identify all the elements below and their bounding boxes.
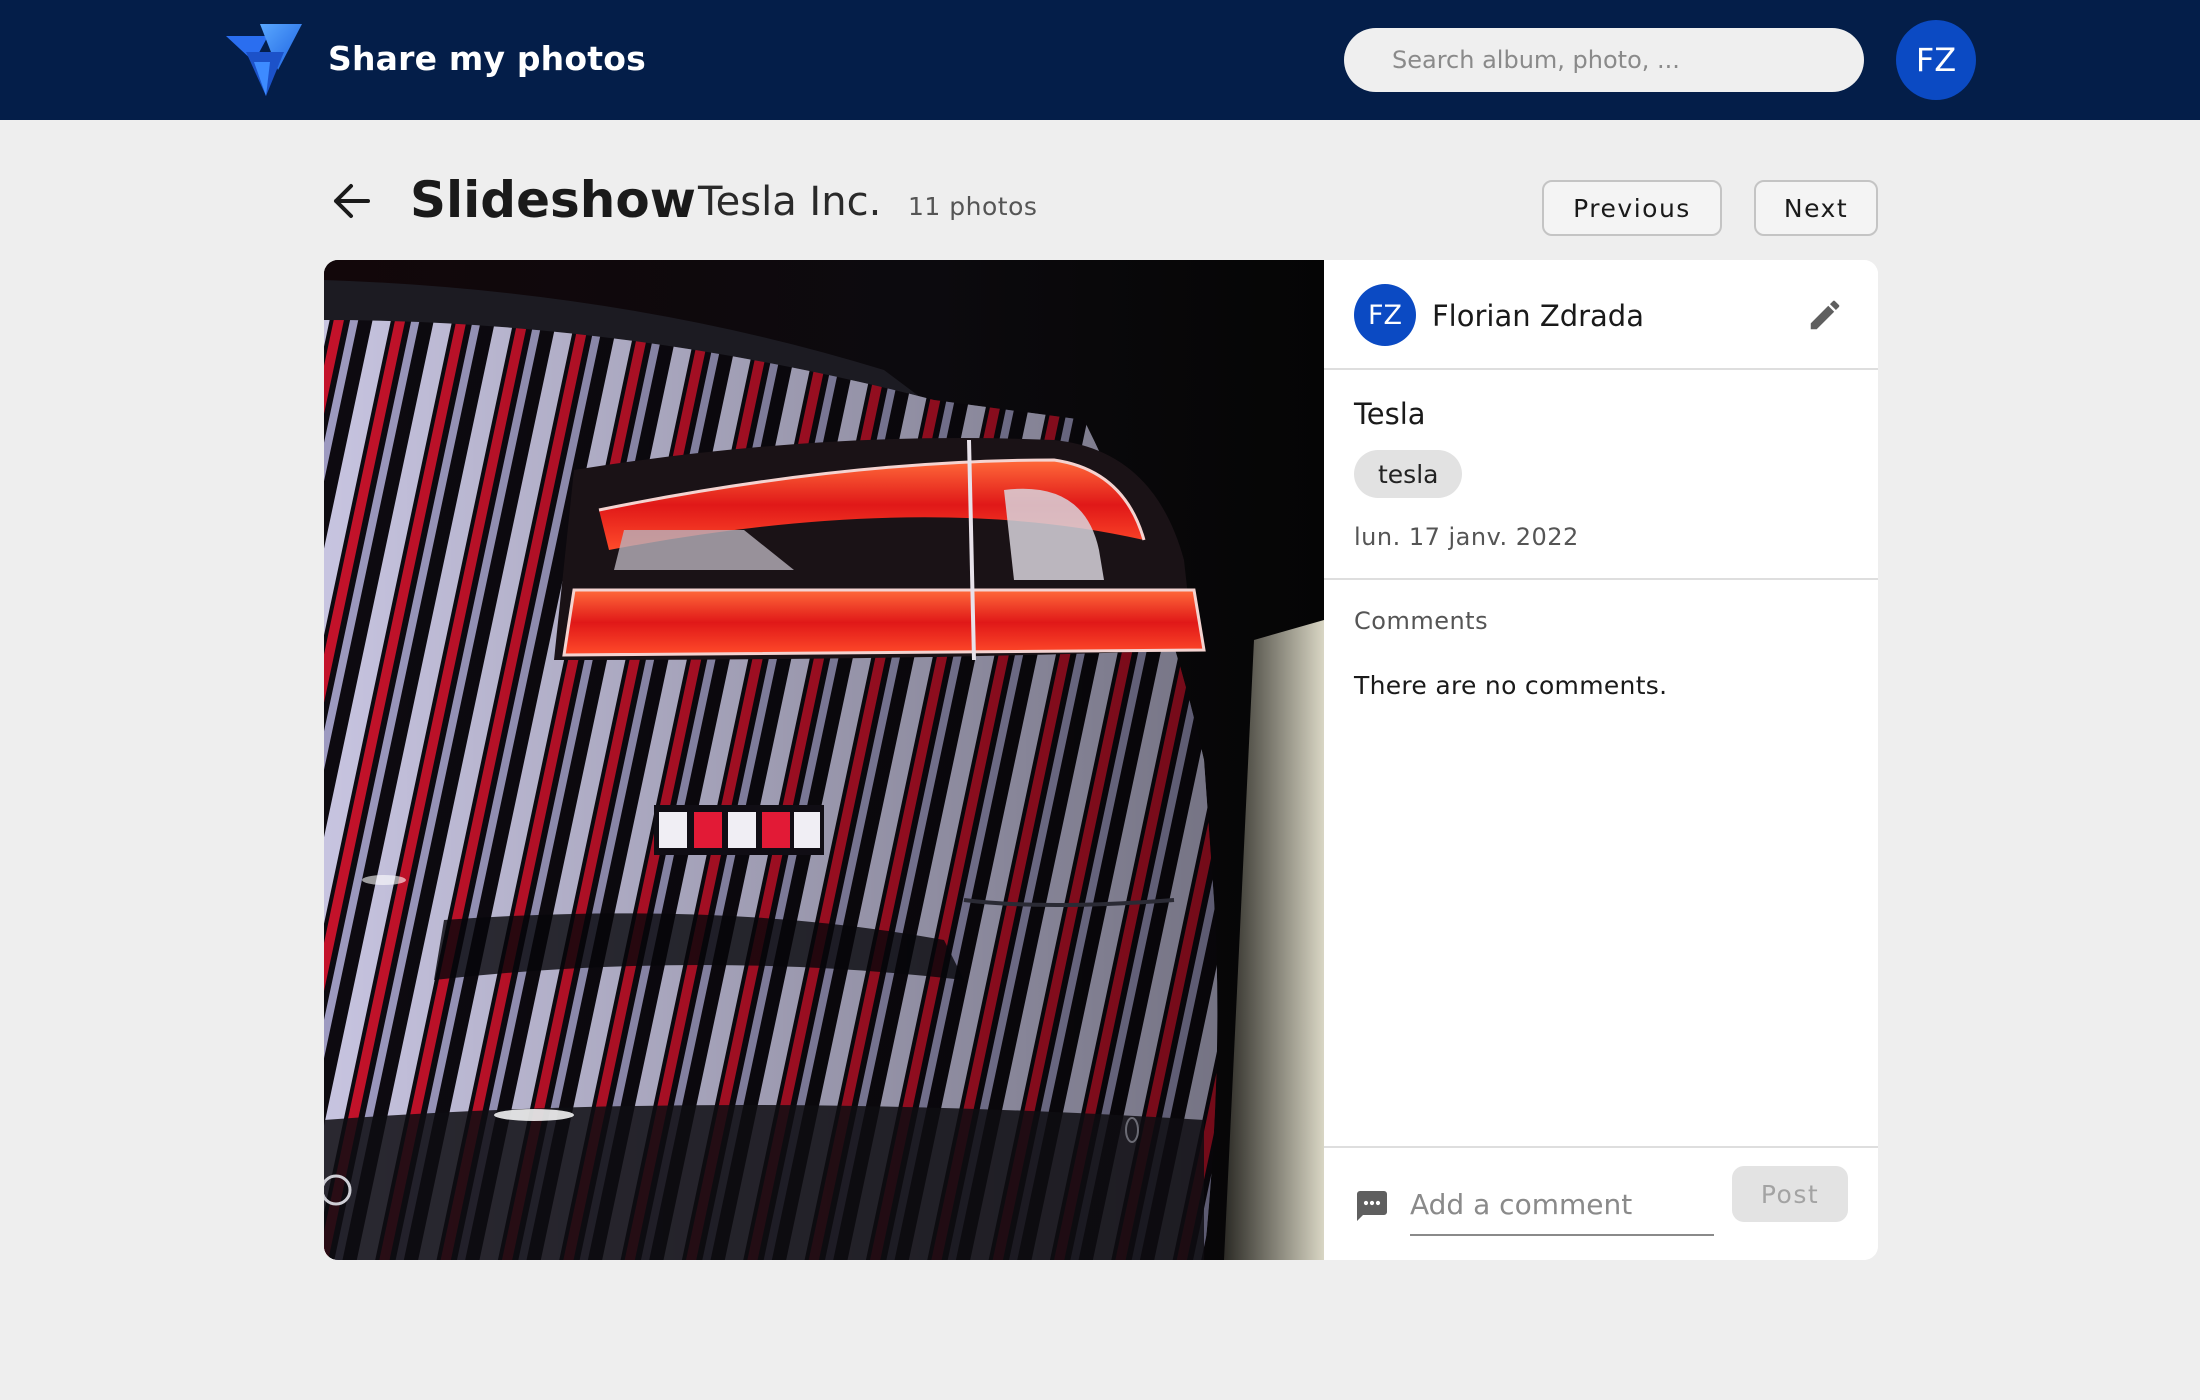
photo-details-panel: FZ Florian Zdrada Tesla tesla lun. 17 ja… [1324, 260, 1878, 1260]
photo-info: Tesla tesla lun. 17 janv. 2022 [1324, 370, 1878, 580]
edit-button[interactable] [1800, 290, 1850, 340]
page-title: Slideshow [410, 171, 696, 229]
top-app-bar: Share my photos FZ [0, 0, 2200, 120]
owner-name: Florian Zdrada [1432, 299, 1644, 333]
previous-button[interactable]: Previous [1542, 180, 1722, 236]
owner-row: FZ Florian Zdrada [1324, 260, 1878, 370]
comment-icon [1354, 1188, 1390, 1224]
slideshow-card: FZ Florian Zdrada Tesla tesla lun. 17 ja… [324, 260, 1878, 1260]
app-title[interactable]: Share my photos [328, 36, 646, 82]
back-button[interactable] [326, 176, 376, 226]
arrow-left-icon [334, 184, 370, 218]
user-avatar[interactable]: FZ [1896, 20, 1976, 100]
owner-avatar[interactable]: FZ [1354, 284, 1416, 346]
comments-heading: Comments [1354, 607, 1489, 635]
post-button[interactable]: Post [1732, 1166, 1848, 1222]
logo-icon[interactable] [224, 22, 304, 98]
photo-count: 11 photos [908, 192, 1038, 221]
pencil-icon [1810, 300, 1840, 330]
album-name: Tesla Inc. [698, 179, 882, 225]
no-comments-text: There are no comments. [1354, 671, 1668, 700]
photo-title: Tesla [1354, 397, 1426, 431]
comment-input[interactable] [1410, 1174, 1714, 1236]
slideshow-photo[interactable] [324, 260, 1324, 1260]
tag-chip[interactable]: tesla [1354, 450, 1463, 498]
search-input[interactable] [1344, 28, 1864, 92]
photo-date: lun. 17 janv. 2022 [1354, 523, 1579, 551]
next-button[interactable]: Next [1754, 180, 1878, 236]
comment-bar: Post [1324, 1146, 1878, 1260]
